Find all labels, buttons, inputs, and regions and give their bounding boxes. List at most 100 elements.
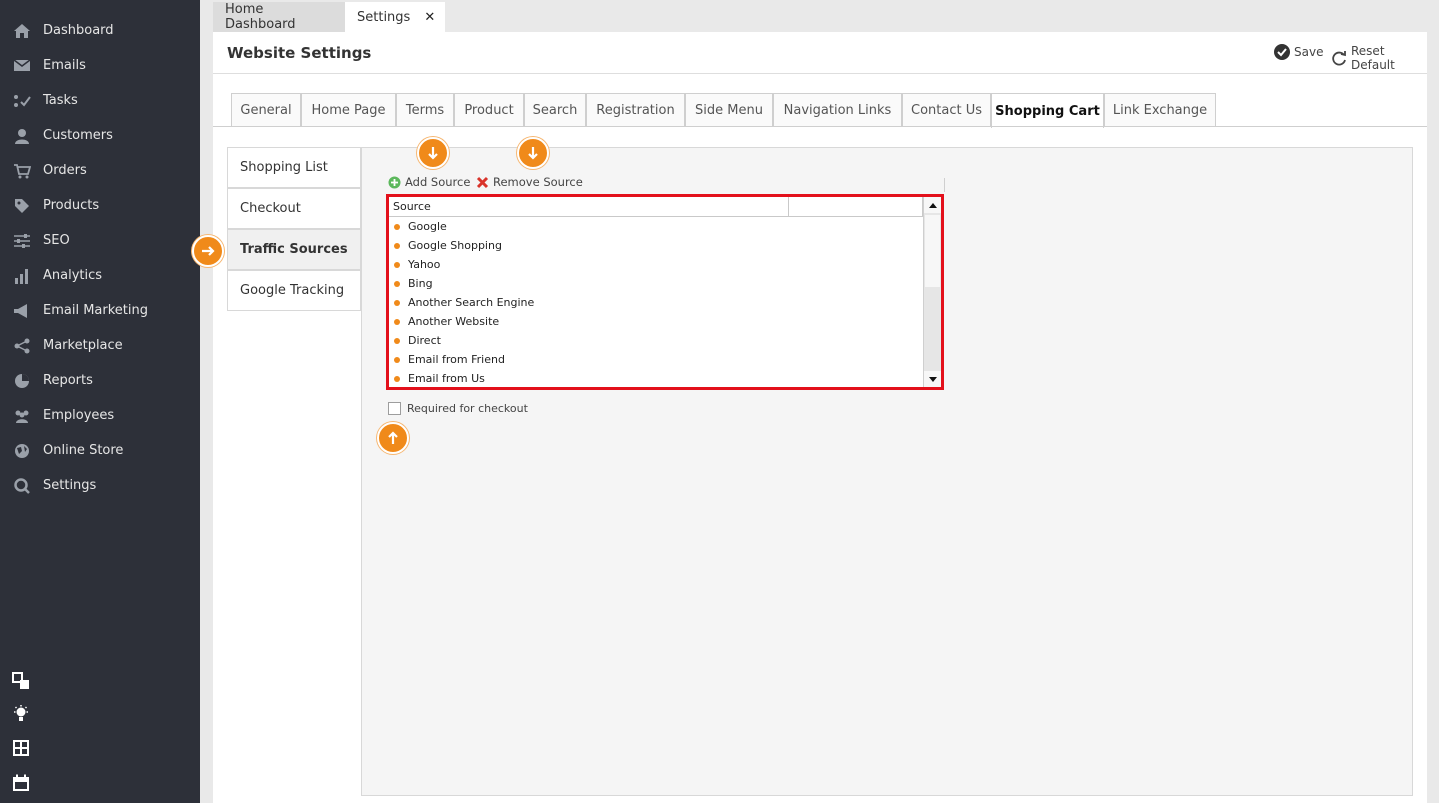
- menu-google-tracking[interactable]: Google Tracking: [227, 270, 361, 311]
- sidebar-item-label: Tasks: [43, 93, 78, 108]
- table-row[interactable]: Direct: [389, 331, 923, 350]
- sidebar-item-label: Reports: [43, 373, 93, 388]
- tab-side-menu[interactable]: Side Menu: [685, 93, 773, 127]
- row-label: Direct: [408, 334, 441, 347]
- tab-product[interactable]: Product: [454, 93, 524, 127]
- table-row[interactable]: Email from Us: [389, 369, 923, 388]
- save-button[interactable]: Save: [1274, 44, 1323, 60]
- table-row[interactable]: Bing: [389, 274, 923, 293]
- globe-icon: [13, 442, 31, 460]
- tab-registration[interactable]: Registration: [586, 93, 685, 127]
- table-row[interactable]: Another Search Engine: [389, 293, 923, 312]
- menu-shopping-list[interactable]: Shopping List: [227, 147, 361, 188]
- arrow-right-icon: [192, 235, 224, 267]
- bullet-icon: [394, 261, 400, 268]
- remove-icon: [476, 176, 489, 189]
- row-label: Yahoo: [408, 258, 441, 271]
- bullet-icon: [394, 299, 400, 306]
- tab-navigation-links[interactable]: Navigation Links: [773, 93, 902, 127]
- sidebar-item-label: Products: [43, 198, 100, 213]
- sidebar-item-marketplace[interactable]: Marketplace: [0, 328, 200, 363]
- reset-default-button[interactable]: Reset Default: [1331, 44, 1427, 72]
- sidebar-item-label: Settings: [43, 478, 97, 493]
- reset-label: Reset Default: [1351, 44, 1395, 72]
- remove-source-button[interactable]: Remove Source: [476, 175, 583, 189]
- table-row[interactable]: Yahoo: [389, 255, 923, 274]
- close-icon[interactable]: ✕: [424, 10, 435, 25]
- tasks-icon: [13, 92, 31, 110]
- tab-label: Navigation Links: [783, 103, 892, 118]
- tab-settings[interactable]: Settings ✕: [345, 2, 445, 32]
- sidebar-item-tasks[interactable]: Tasks: [0, 83, 200, 118]
- calendar-icon[interactable]: [12, 774, 30, 792]
- sidebar-item-employees[interactable]: Employees: [0, 398, 200, 433]
- sidebar-item-label: Email Marketing: [43, 303, 148, 318]
- tab-label: Contact Us: [911, 103, 982, 118]
- tab-contact-us[interactable]: Contact Us: [902, 93, 991, 127]
- sidebar-item-label: Analytics: [43, 268, 103, 283]
- cart-icon: [13, 162, 31, 180]
- menu-checkout[interactable]: Checkout: [227, 188, 361, 229]
- scroll-down-arrow-icon[interactable]: [924, 371, 941, 387]
- sidebar-item-label: Online Store: [43, 443, 124, 458]
- home-icon: [13, 22, 31, 40]
- scroll-thumb[interactable]: [925, 215, 940, 287]
- table-row[interactable]: Google Shopping: [389, 236, 923, 255]
- required-checkbox[interactable]: [388, 402, 401, 415]
- sidebar-item-settings[interactable]: Settings: [0, 468, 200, 503]
- menu-traffic-sources[interactable]: Traffic Sources: [227, 229, 361, 270]
- tab-terms[interactable]: Terms: [396, 93, 454, 127]
- scroll-up-arrow-icon[interactable]: [924, 197, 941, 213]
- table-row[interactable]: Email from Friend: [389, 350, 923, 369]
- tab-search[interactable]: Search: [524, 93, 586, 127]
- menu-label: Traffic Sources: [240, 242, 348, 257]
- tab-label: Home Page: [311, 103, 386, 118]
- grid-header: Source: [389, 197, 923, 217]
- table-row[interactable]: Google: [389, 217, 923, 236]
- panel-header: Website Settings Save Reset Default: [213, 32, 1427, 74]
- tab-label: Settings: [357, 9, 411, 25]
- sidebar-item-label: Emails: [43, 58, 86, 73]
- sidebar-item-label: Customers: [43, 128, 113, 143]
- column-header-source[interactable]: Source: [389, 197, 789, 217]
- sidebar-item-online-store[interactable]: Online Store: [0, 433, 200, 468]
- toolbar-separator: [944, 178, 945, 192]
- add-source-button[interactable]: Add Source: [388, 175, 470, 189]
- tab-label: Search: [532, 103, 578, 118]
- sidebar-item-analytics[interactable]: Analytics: [0, 258, 200, 293]
- sidebar-item-emails[interactable]: Emails: [0, 48, 200, 83]
- windows-icon[interactable]: [12, 672, 30, 690]
- tab-home-page[interactable]: Home Page: [301, 93, 396, 127]
- sidebar-item-seo[interactable]: SEO: [0, 223, 200, 258]
- sidebar-item-orders[interactable]: Orders: [0, 153, 200, 188]
- tab-home-dashboard[interactable]: Home Dashboard: [213, 2, 345, 32]
- tab-link-exchange[interactable]: Link Exchange: [1104, 93, 1216, 127]
- row-label: Another Search Engine: [408, 296, 535, 309]
- check-circle-icon: [1274, 44, 1290, 60]
- tab-label: Home Dashboard: [225, 2, 296, 32]
- grid-scrollbar[interactable]: [923, 197, 941, 387]
- menu-label: Shopping List: [240, 160, 328, 175]
- sidebar-item-products[interactable]: Products: [0, 188, 200, 223]
- required-checkout-option[interactable]: Required for checkout: [388, 402, 528, 415]
- sidebar-item-dashboard[interactable]: Dashboard: [0, 13, 200, 48]
- bullet-icon: [394, 280, 400, 287]
- tab-general[interactable]: General: [231, 93, 301, 127]
- sidebar-item-email-marketing[interactable]: Email Marketing: [0, 293, 200, 328]
- bullet-icon: [394, 223, 400, 230]
- traffic-sources-content: Add Source Remove Source Source Google G…: [361, 147, 1413, 796]
- tab-label: Shopping Cart: [995, 103, 1100, 119]
- lightbulb-icon[interactable]: [12, 705, 30, 723]
- row-label: Email from Friend: [408, 353, 505, 366]
- sidebar-item-label: Dashboard: [43, 23, 114, 38]
- tab-label: Product: [464, 103, 514, 118]
- menu-label: Google Tracking: [240, 283, 345, 298]
- sidebar-item-reports[interactable]: Reports: [0, 363, 200, 398]
- calculator-icon[interactable]: [12, 739, 30, 757]
- table-row[interactable]: Another Website: [389, 312, 923, 331]
- save-label: Save: [1294, 45, 1324, 59]
- tab-shopping-cart[interactable]: Shopping Cart: [991, 93, 1104, 128]
- settings-panel: Website Settings Save Reset Default Gene…: [213, 32, 1427, 803]
- remove-source-label: Remove Source: [493, 175, 583, 189]
- sidebar-item-customers[interactable]: Customers: [0, 118, 200, 153]
